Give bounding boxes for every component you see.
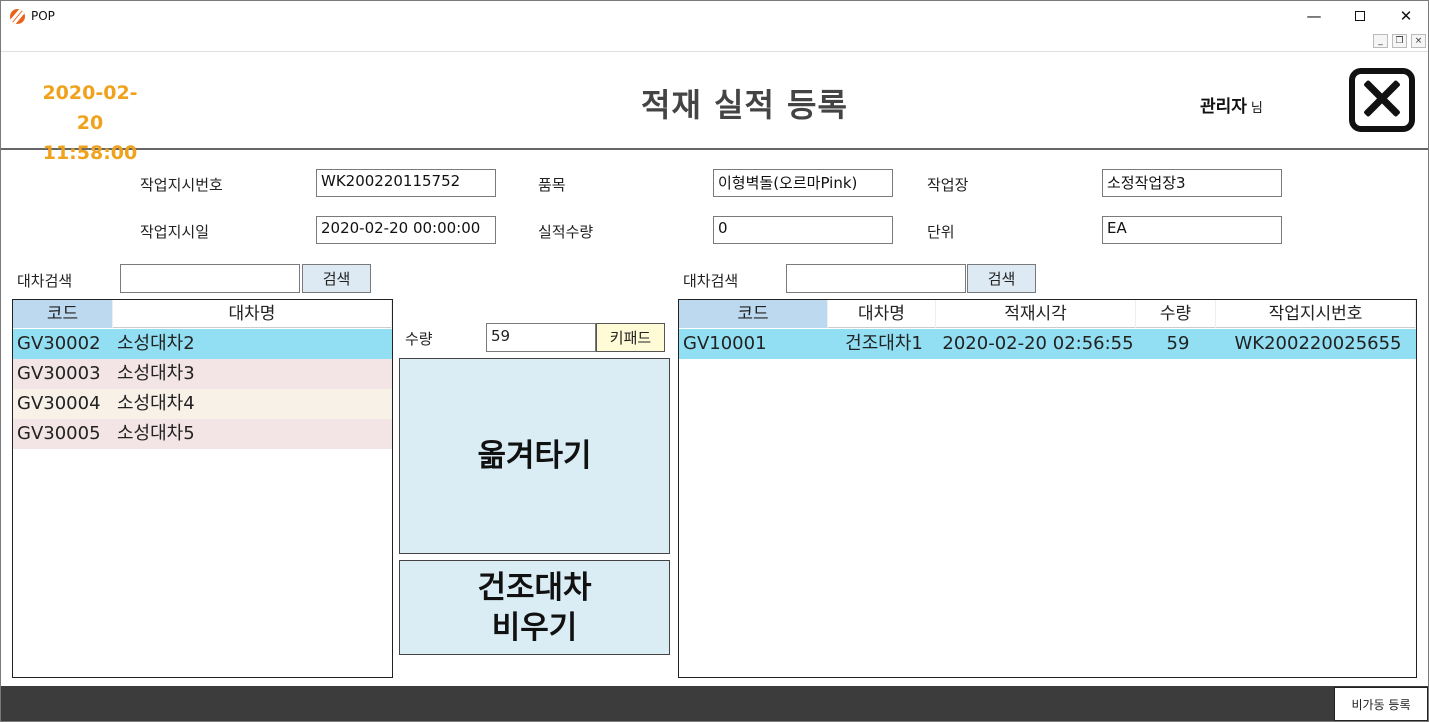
empty-button-line2: 비우기 [491, 609, 578, 646]
cell-code: GV30002 [17, 333, 101, 354]
window-close-button[interactable]: ✕ [1383, 1, 1429, 31]
qty-label: 수량 [405, 330, 433, 348]
cell-name: 건조대차1 [845, 333, 923, 354]
left-cart-grid[interactable]: 코드 대차명 GV30002 소성대차2 GV30003 소성대차3 GV300… [12, 299, 393, 678]
unit-field[interactable]: EA [1102, 216, 1282, 244]
cell-name: 소성대차3 [117, 363, 195, 384]
right-grid-header: 코드 대차명 적재시각 수량 작업지시번호 [679, 300, 1416, 328]
app-window: POP — ✕ _ ❐ × 2020-02-20 11:58:00 적재 실적 … [0, 0, 1429, 722]
cell-name: 소성대차5 [117, 423, 195, 444]
status-bar [1, 686, 1428, 721]
title-bar: POP — ✕ [1, 1, 1428, 31]
left-col-name[interactable]: 대차명 [113, 300, 392, 328]
result-qty-field[interactable]: 0 [713, 216, 893, 244]
user-suffix: 님 [1250, 101, 1263, 116]
cell-code: GV30003 [17, 363, 101, 384]
right-col-code[interactable]: 코드 [679, 300, 828, 328]
keypad-button[interactable]: 키패드 [596, 323, 665, 352]
window-title: POP [31, 9, 55, 23]
page-title: 적재 실적 등록 [641, 86, 848, 124]
right-search-button[interactable]: 검색 [967, 264, 1036, 293]
left-search-label: 대차검색 [17, 272, 73, 290]
mdi-close-button[interactable]: × [1411, 34, 1426, 48]
page-header: 2020-02-20 11:58:00 적재 실적 등록 관리자 님 [1, 51, 1428, 164]
cell-code: GV10001 [683, 333, 767, 354]
move-cart-button[interactable]: 옮겨타기 [399, 358, 670, 554]
mdi-minimize-button[interactable]: _ [1373, 34, 1388, 48]
work-order-date-field[interactable]: 2020-02-20 00:00:00 [316, 216, 496, 244]
right-col-name[interactable]: 대차명 [828, 300, 936, 328]
current-date: 2020-02-20 [42, 82, 138, 134]
maximize-button[interactable] [1337, 1, 1383, 31]
left-grid-header: 코드 대차명 [13, 300, 392, 328]
right-col-qty[interactable]: 수량 [1136, 300, 1216, 328]
cell-name: 소성대차2 [117, 333, 195, 354]
table-row[interactable]: GV10001 건조대차1 2020-02-20 02:56:55 59 WK2… [679, 329, 1416, 359]
workplace-field[interactable]: 소정작업장3 [1102, 169, 1282, 197]
table-row[interactable]: GV30003 소성대차3 [13, 359, 392, 389]
result-qty-label: 실적수량 [538, 223, 594, 241]
cell-loaded-at: 2020-02-20 02:56:55 [942, 333, 1134, 354]
user-name: 관리자 [1200, 97, 1247, 117]
user-info: 관리자 님 [1200, 92, 1263, 117]
cell-qty: 59 [1166, 333, 1190, 354]
empty-button-line1: 건조대차 [477, 569, 592, 606]
cell-code: GV30005 [17, 423, 101, 444]
table-row[interactable]: GV30002 소성대차2 [13, 329, 392, 359]
maximize-icon [1355, 11, 1365, 21]
item-label: 품목 [538, 176, 566, 194]
table-row[interactable]: GV30004 소성대차4 [13, 389, 392, 419]
left-col-code[interactable]: 코드 [13, 300, 113, 328]
right-search-input[interactable] [786, 264, 966, 293]
right-col-loaded-at[interactable]: 적재시각 [936, 300, 1136, 328]
app-logo-icon [10, 9, 25, 24]
work-order-no-field[interactable]: WK200220115752 [316, 169, 496, 197]
cell-work-order: WK200220025655 [1234, 333, 1402, 354]
datetime-display: 2020-02-20 11:58:00 [31, 78, 149, 168]
unit-label: 단위 [927, 223, 955, 241]
empty-dry-cart-button[interactable]: 건조대차 비우기 [399, 560, 670, 655]
left-search-input[interactable] [120, 264, 300, 293]
downtime-register-button[interactable]: 비가동 등록 [1334, 687, 1428, 721]
qty-input[interactable]: 59 [486, 323, 596, 352]
minimize-button[interactable]: — [1291, 1, 1337, 31]
work-order-no-label: 작업지시번호 [140, 176, 223, 194]
right-search-label: 대차검색 [683, 272, 739, 290]
close-screen-button[interactable] [1349, 68, 1415, 132]
cell-code: GV30004 [17, 393, 101, 414]
table-row[interactable]: GV30005 소성대차5 [13, 419, 392, 449]
right-cart-grid[interactable]: 코드 대차명 적재시각 수량 작업지시번호 GV10001 건조대차1 2020… [678, 299, 1417, 678]
workplace-label: 작업장 [927, 176, 969, 194]
mdi-restore-button[interactable]: ❐ [1392, 34, 1407, 48]
left-search-button[interactable]: 검색 [302, 264, 371, 293]
cell-name: 소성대차4 [117, 393, 195, 414]
item-field[interactable]: 이형벽돌(오르마Pink) [713, 169, 893, 197]
current-time: 11:58:00 [42, 142, 138, 164]
work-order-date-label: 작업지시일 [140, 223, 210, 241]
right-col-work-order[interactable]: 작업지시번호 [1216, 300, 1416, 328]
